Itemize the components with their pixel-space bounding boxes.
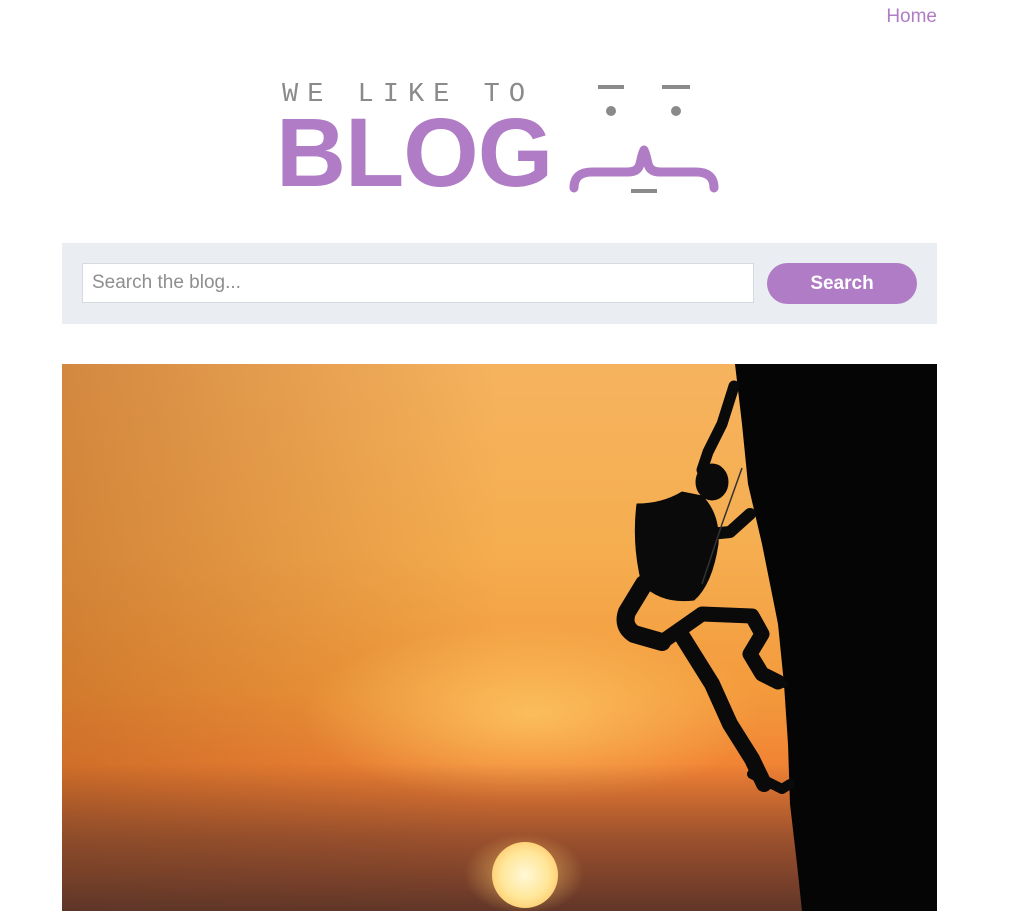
search-button[interactable]: Search	[767, 263, 917, 304]
hero-image	[62, 364, 937, 911]
search-bar: Search	[62, 243, 937, 324]
search-input[interactable]	[82, 263, 754, 303]
site-logo: WE LIKE TO BLOG	[270, 70, 730, 210]
nav-home-link[interactable]: Home	[886, 6, 937, 28]
logo-title: BLOG	[276, 98, 553, 207]
logo-face-icon	[569, 85, 719, 193]
